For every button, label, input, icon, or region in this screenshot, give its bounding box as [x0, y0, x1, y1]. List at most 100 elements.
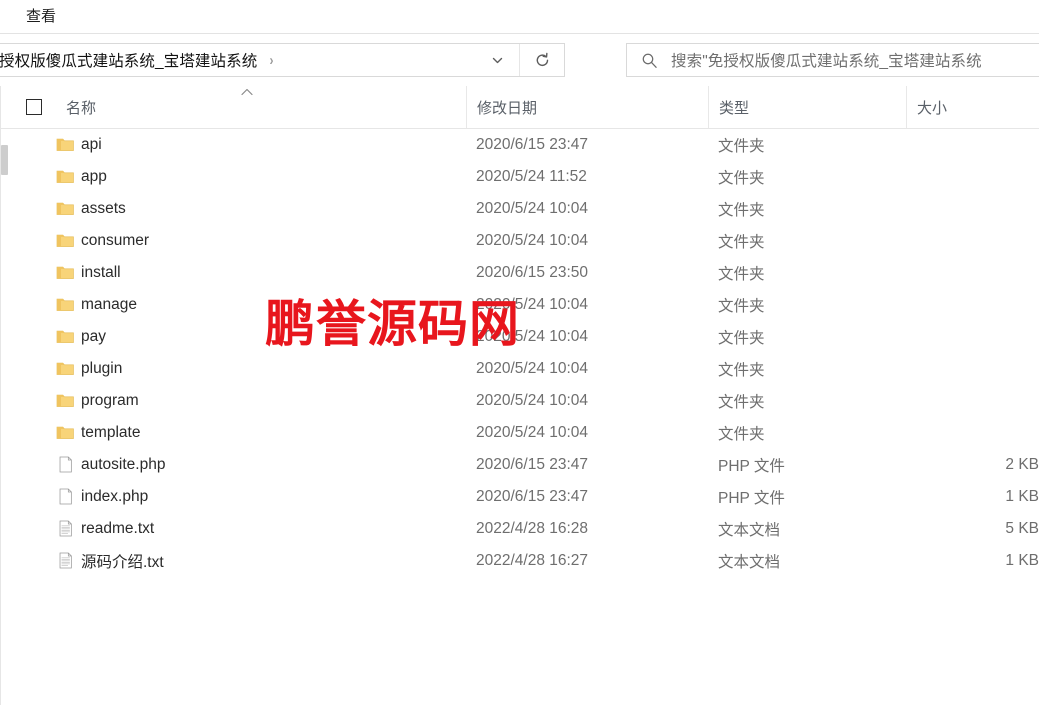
file-name-cell[interactable]: api — [56, 129, 102, 161]
select-all-checkbox[interactable] — [26, 99, 42, 115]
file-size-cell — [916, 129, 1039, 161]
file-type-cell: 文件夹 — [718, 234, 765, 251]
file-name-cell[interactable]: app — [56, 161, 107, 193]
search-input[interactable]: 搜索"免授权版傻瓜式建站系统_宝塔建站系统 — [671, 49, 982, 71]
file-size-cell: 1 KB — [1005, 488, 1039, 505]
file-date-cell: 2020/5/24 10:04 — [476, 296, 589, 313]
file-date-cell: 2020/6/15 23:47 — [476, 488, 589, 505]
file-name-cell[interactable]: readme.txt — [56, 513, 154, 545]
file-type-cell: PHP 文件 — [718, 458, 785, 475]
file-type-cell: 文本文档 — [718, 522, 781, 539]
file-size-cell: 5 KB — [1005, 520, 1039, 537]
file-date-cell: 2020/5/24 10:04 — [476, 232, 589, 249]
search-box[interactable]: 搜索"免授权版傻瓜式建站系统_宝塔建站系统 — [626, 43, 1039, 77]
file-size-cell — [916, 353, 1039, 385]
file-date-cell: 2022/4/28 16:28 — [476, 520, 589, 537]
blank-file-icon — [59, 456, 72, 473]
file-size-cell: 2 KB — [1005, 456, 1039, 473]
folder-icon — [56, 298, 74, 311]
folder-icon — [56, 138, 74, 151]
table-row[interactable]: app 2020/5/24 11:52 文件夹 — [0, 161, 1039, 193]
file-name-cell[interactable]: plugin — [56, 353, 122, 385]
file-type-cell: 文件夹 — [718, 394, 765, 411]
column-header-name[interactable]: 名称 — [56, 86, 476, 128]
file-type-cell: 文件夹 — [718, 426, 765, 443]
address-history-dropdown-button[interactable] — [475, 44, 519, 76]
menu-bar: 查看 — [0, 0, 1039, 34]
file-name-cell[interactable]: index.php — [56, 481, 148, 513]
file-size-cell — [916, 321, 1039, 353]
nav-pane-divider — [0, 86, 1, 128]
table-row[interactable]: assets 2020/5/24 10:04 文件夹 — [0, 193, 1039, 225]
folder-icon — [56, 170, 74, 183]
table-row[interactable]: readme.txt 2022/4/28 16:28 文本文档 5 KB — [0, 513, 1039, 545]
file-name-cell[interactable]: consumer — [56, 225, 149, 257]
file-type-cell: PHP 文件 — [718, 490, 785, 507]
file-name-cell[interactable]: program — [56, 385, 139, 417]
file-date-cell: 2020/6/15 23:47 — [476, 136, 589, 153]
table-row[interactable]: plugin 2020/5/24 10:04 文件夹 — [0, 353, 1039, 385]
file-size-cell — [916, 225, 1039, 257]
column-header-type[interactable]: 类型 — [708, 86, 906, 128]
table-row[interactable]: autosite.php 2020/6/15 23:47 PHP 文件 2 KB — [0, 449, 1039, 481]
table-row[interactable]: template 2020/5/24 10:04 文件夹 — [0, 417, 1039, 449]
table-row[interactable]: program 2020/5/24 10:04 文件夹 — [0, 385, 1039, 417]
search-icon-container — [627, 52, 671, 69]
breadcrumb-separator-icon[interactable]: › — [270, 52, 274, 69]
file-type-cell: 文件夹 — [718, 330, 765, 347]
folder-icon — [56, 394, 74, 407]
file-date-cell: 2022/4/28 16:27 — [476, 552, 589, 569]
refresh-button[interactable] — [519, 44, 564, 76]
file-size-cell — [916, 257, 1039, 289]
file-type-cell: 文件夹 — [718, 266, 765, 283]
navigation-bar: 授权版傻瓜式建站系统_宝塔建站系统 › 搜索"免授权版傻瓜式建站系统_宝塔建站系… — [0, 34, 1039, 86]
file-type-cell: 文件夹 — [718, 202, 765, 219]
search-icon — [642, 53, 657, 68]
file-type-cell: 文本文档 — [718, 554, 781, 571]
chevron-down-icon — [492, 57, 502, 63]
file-date-cell: 2020/5/24 10:04 — [476, 392, 589, 409]
file-size-cell: 1 KB — [1005, 552, 1039, 569]
file-name-cell[interactable]: manage — [56, 289, 137, 321]
text-file-icon — [59, 552, 72, 569]
table-row[interactable]: api 2020/6/15 23:47 文件夹 — [0, 129, 1039, 161]
file-date-cell: 2020/5/24 11:52 — [476, 168, 587, 185]
file-size-cell — [916, 161, 1039, 193]
file-name-cell[interactable]: autosite.php — [56, 449, 165, 481]
tab-view[interactable]: 查看 — [14, 0, 68, 33]
table-row[interactable]: manage 2020/5/24 10:04 文件夹 — [0, 289, 1039, 321]
column-header-date[interactable]: 修改日期 — [466, 86, 718, 128]
file-type-cell: 文件夹 — [718, 298, 765, 315]
folder-icon — [56, 330, 74, 343]
file-size-cell — [916, 289, 1039, 321]
table-row[interactable]: pay 2020/5/24 10:04 文件夹 — [0, 321, 1039, 353]
file-date-cell: 2020/5/24 10:04 — [476, 200, 589, 217]
file-date-cell: 2020/6/15 23:50 — [476, 264, 589, 281]
file-size-cell — [916, 417, 1039, 449]
folder-icon — [56, 426, 74, 439]
file-name-cell[interactable]: pay — [56, 321, 106, 353]
table-row[interactable]: consumer 2020/5/24 10:04 文件夹 — [0, 225, 1039, 257]
file-name-cell[interactable]: template — [56, 417, 140, 449]
column-header-size[interactable]: 大小 — [906, 86, 1039, 128]
table-row[interactable]: index.php 2020/6/15 23:47 PHP 文件 1 KB — [0, 481, 1039, 513]
blank-file-icon — [59, 488, 72, 505]
file-date-cell: 2020/6/15 23:47 — [476, 456, 589, 473]
address-bar[interactable]: 授权版傻瓜式建站系统_宝塔建站系统 › — [0, 43, 565, 77]
table-row[interactable]: install 2020/6/15 23:50 文件夹 — [0, 257, 1039, 289]
file-name-cell[interactable]: install — [56, 257, 121, 289]
table-row[interactable]: 源码介绍.txt 2022/4/28 16:27 文本文档 1 KB — [0, 545, 1039, 577]
file-name-cell[interactable]: 源码介绍.txt — [56, 545, 164, 577]
breadcrumb-current-folder[interactable]: 授权版傻瓜式建站系统_宝塔建站系统 — [0, 49, 257, 71]
text-file-icon — [59, 520, 72, 537]
file-name-cell[interactable]: assets — [56, 193, 126, 225]
folder-icon — [56, 362, 74, 375]
file-type-cell: 文件夹 — [718, 170, 765, 187]
refresh-icon — [536, 52, 548, 66]
folder-icon — [56, 266, 74, 279]
file-rows-container: api 2020/6/15 23:47 文件夹 app 2020/5/24 11:52 文… — [0, 129, 1039, 577]
file-type-cell: 文件夹 — [718, 138, 765, 155]
column-header-row: 名称 修改日期 类型 大小 — [0, 86, 1039, 129]
folder-icon — [56, 234, 74, 247]
folder-icon — [56, 202, 74, 215]
